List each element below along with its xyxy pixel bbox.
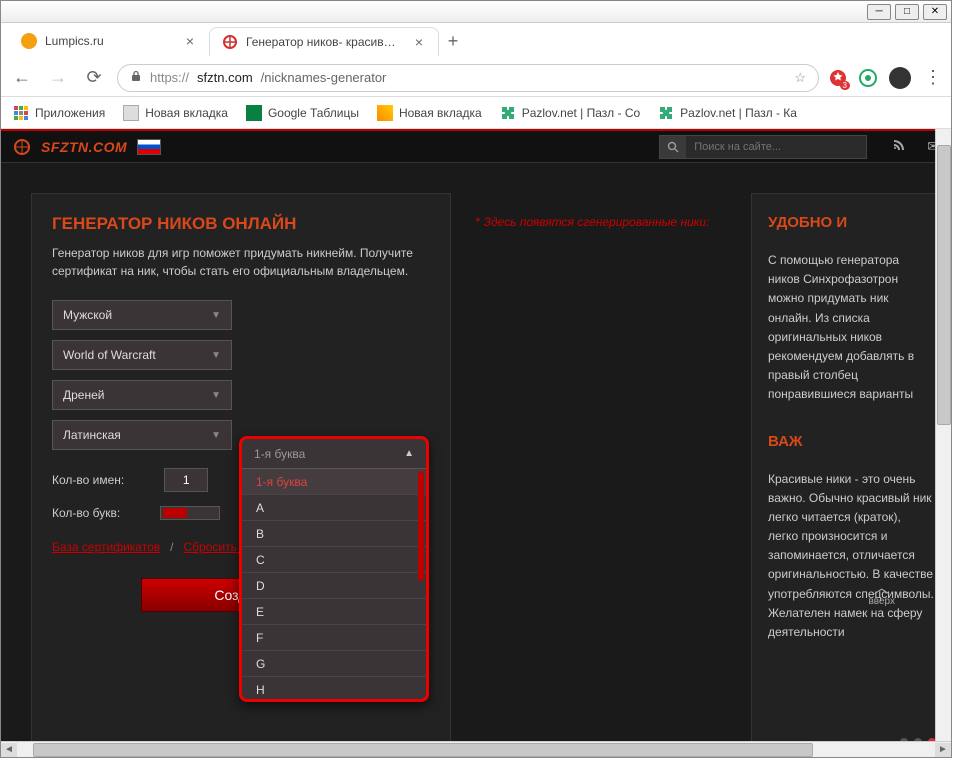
- extensions: 3 ⋮: [829, 67, 943, 89]
- puzzle-icon: [658, 105, 674, 121]
- chevron-up-icon: ︿: [868, 583, 895, 596]
- scroll-right-button[interactable]: ►: [935, 743, 951, 757]
- puzzle-icon: [500, 105, 516, 121]
- site-header: SFZTN.COM ✉: [1, 129, 951, 163]
- bookmark-item[interactable]: Pazlov.net | Пазл - Ка: [658, 105, 797, 121]
- url-protocol: https://: [150, 70, 189, 85]
- bookmark-item[interactable]: Google Таблицы: [246, 105, 359, 121]
- info-heading: УДОБНО И: [768, 214, 934, 231]
- gender-select[interactable]: Мужской▼: [52, 300, 232, 330]
- bookmark-item[interactable]: Новая вкладка: [377, 105, 482, 121]
- tab-close-button[interactable]: ×: [183, 34, 197, 48]
- reload-button[interactable]: ⟳: [81, 65, 107, 91]
- site-logo[interactable]: SFZTN.COM: [41, 139, 127, 155]
- tab-title: Lumpics.ru: [45, 34, 175, 48]
- page-title: ГЕНЕРАТОР НИКОВ ОНЛАЙН: [52, 214, 430, 234]
- dropdown-option[interactable]: B: [242, 521, 426, 547]
- site-search: [659, 135, 867, 159]
- new-tab-button[interactable]: +: [439, 27, 467, 55]
- dropdown-option[interactable]: H: [242, 677, 426, 699]
- url-path: /nicknames-generator: [261, 70, 387, 85]
- sheets-icon: [246, 105, 262, 121]
- tab-close-button[interactable]: ×: [412, 35, 426, 49]
- dropdown-header[interactable]: 1-я буква ▲: [242, 439, 426, 469]
- search-button[interactable]: [660, 136, 686, 158]
- extension-icon[interactable]: [859, 69, 877, 87]
- scroll-left-button[interactable]: ◄: [1, 743, 17, 757]
- letters-count-label: Кол-во букв:: [52, 506, 120, 520]
- forward-button[interactable]: →: [45, 65, 71, 91]
- browser-menu-button[interactable]: ⋮: [923, 67, 943, 88]
- url-host: sfztn.com: [197, 70, 253, 85]
- rss-icon[interactable]: [891, 137, 907, 156]
- address-bar[interactable]: https:// sfztn.com/nicknames-generator ☆: [117, 64, 819, 92]
- game-select[interactable]: World of Warcraft▼: [52, 340, 232, 370]
- slider-thumb[interactable]: [163, 508, 187, 518]
- race-select[interactable]: Дреней▼: [52, 380, 232, 410]
- info-heading: ВАЖ: [768, 433, 934, 450]
- description: Генератор ников для игр поможет придумат…: [52, 244, 430, 280]
- bookmark-item[interactable]: Pazlov.net | Пазл - Со: [500, 105, 640, 121]
- dropdown-option[interactable]: D: [242, 573, 426, 599]
- back-button[interactable]: ←: [9, 65, 35, 91]
- window-close-button[interactable]: ✕: [923, 4, 947, 20]
- browser-tabs: Lumpics.ru × Генератор ников- красивые н…: [1, 23, 951, 59]
- dropdown-option[interactable]: 1-я буква: [242, 469, 426, 495]
- names-count-input[interactable]: [164, 468, 208, 492]
- bookmarks-bar: Приложения Новая вкладка Google Таблицы …: [1, 97, 951, 129]
- chevron-down-icon: ▼: [211, 430, 221, 441]
- address-bar-row: ← → ⟳ https:// sfztn.com/nicknames-genera…: [1, 59, 951, 97]
- favicon-icon: [222, 34, 238, 50]
- info-text: С помощью генератора ников Синхрофазотро…: [768, 251, 934, 405]
- letters-slider[interactable]: [160, 506, 220, 520]
- tab-title: Генератор ников- красивые ни: [246, 35, 404, 49]
- extension-badge: 3: [840, 81, 850, 90]
- horizontal-scrollbar[interactable]: ◄ ►: [1, 741, 951, 757]
- chevron-down-icon: ▼: [211, 390, 221, 401]
- info-panel: УДОБНО И С помощью генератора ников Синх…: [751, 193, 951, 757]
- dropdown-option[interactable]: F: [242, 625, 426, 651]
- dropdown-option[interactable]: A: [242, 495, 426, 521]
- star-icon[interactable]: ☆: [794, 70, 806, 86]
- scrollbar-thumb[interactable]: [33, 743, 813, 757]
- bookmark-item[interactable]: Новая вкладка: [123, 105, 228, 121]
- apps-icon: [13, 105, 29, 121]
- profile-avatar[interactable]: [889, 67, 911, 89]
- names-count-label: Кол-во имен:: [52, 473, 124, 487]
- scrollbar-thumb[interactable]: [937, 145, 951, 425]
- page-icon: [123, 105, 139, 121]
- dropdown-list: 1-я буква A B C D E F G H: [242, 469, 426, 699]
- browser-tab[interactable]: Lumpics.ru ×: [9, 27, 209, 55]
- apps-button[interactable]: Приложения: [13, 105, 105, 121]
- page-icon: [377, 105, 393, 121]
- certificates-link[interactable]: База сертификатов: [52, 540, 160, 554]
- results-placeholder: *Здесь появятся сгенерированные ники:: [475, 215, 727, 229]
- dropdown-option[interactable]: E: [242, 599, 426, 625]
- chevron-up-icon: ▲: [404, 448, 414, 459]
- alphabet-select[interactable]: Латинская▼: [52, 420, 232, 450]
- results-panel: *Здесь появятся сгенерированные ники:: [461, 193, 741, 757]
- page-content: SFZTN.COM ✉ ГЕНЕРАТОР НИКОВ ОНЛАЙН Генер…: [1, 129, 951, 757]
- logo-icon: [13, 138, 31, 156]
- vertical-scrollbar[interactable]: [935, 129, 951, 741]
- dropdown-option[interactable]: G: [242, 651, 426, 677]
- chevron-down-icon: ▼: [211, 310, 221, 321]
- browser-tab[interactable]: Генератор ников- красивые ни ×: [209, 27, 439, 56]
- dropdown-option[interactable]: C: [242, 547, 426, 573]
- extension-icon[interactable]: 3: [829, 69, 847, 87]
- chevron-down-icon: ▼: [211, 350, 221, 361]
- search-input[interactable]: [686, 141, 866, 153]
- window-titlebar: ─ □ ✕: [1, 1, 951, 23]
- first-letter-dropdown: 1-я буква ▲ 1-я буква A B C D E F G H: [239, 436, 429, 702]
- info-text: Красивые ники - это очень важно. Обычно …: [768, 470, 934, 643]
- lock-icon: [130, 70, 142, 85]
- dropdown-scrollbar[interactable]: [418, 471, 424, 581]
- window-minimize-button[interactable]: ─: [867, 4, 891, 20]
- favicon-icon: [21, 33, 37, 49]
- scroll-top-button[interactable]: ︿ вверх: [868, 583, 895, 607]
- flag-icon[interactable]: [137, 139, 161, 155]
- window-maximize-button[interactable]: □: [895, 4, 919, 20]
